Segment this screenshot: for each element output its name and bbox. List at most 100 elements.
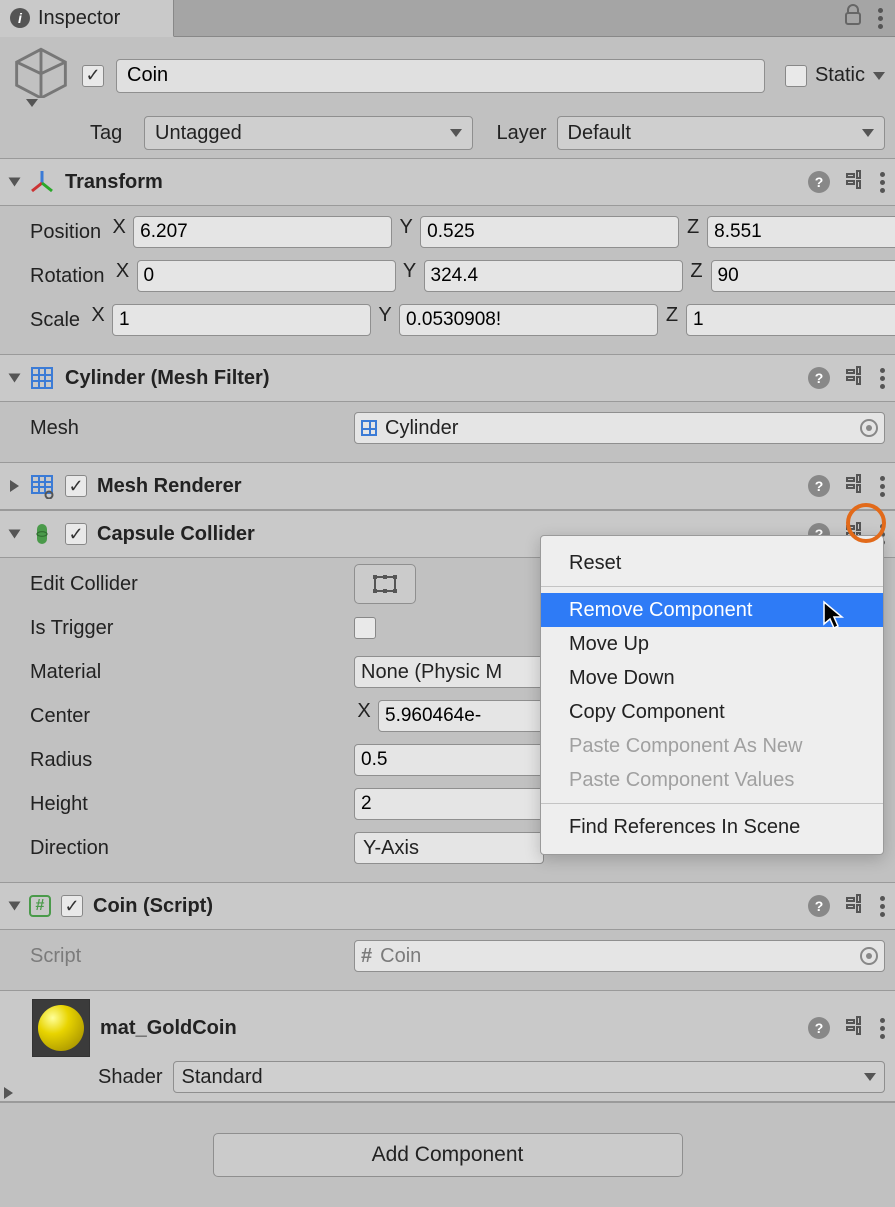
position-label: Position [30, 221, 101, 244]
foldout-icon[interactable] [9, 178, 21, 187]
add-component-area: Add Component [0, 1102, 895, 1207]
help-icon[interactable]: ? [808, 475, 830, 497]
meshfilter-title: Cylinder (Mesh Filter) [65, 367, 798, 390]
transform-header[interactable]: Transform ? [0, 158, 895, 206]
mesh-objectfield[interactable]: Cylinder [354, 412, 885, 444]
rotation-y-input[interactable] [424, 260, 683, 292]
component-context-menu: Reset Remove Component Move Up Move Down… [540, 535, 884, 855]
ctx-reset[interactable]: Reset [541, 546, 883, 580]
component-menu-icon[interactable] [880, 1018, 885, 1039]
inspector-tab[interactable]: i Inspector [0, 0, 174, 37]
transform-icon [29, 169, 55, 195]
physicmaterial-field[interactable]: None (Physic M [354, 656, 544, 688]
preset-icon[interactable] [844, 168, 866, 196]
direction-value: Y-Axis [363, 837, 419, 860]
mesh-icon [361, 420, 377, 436]
material-header[interactable]: mat_GoldCoin ? Shader Standard [0, 990, 895, 1102]
chevron-down-icon [862, 129, 874, 137]
gameobject-enabled-checkbox[interactable] [82, 65, 104, 87]
material-name: mat_GoldCoin [100, 1017, 798, 1040]
radius-label: Radius [30, 749, 346, 772]
script-value: Coin [380, 945, 421, 968]
ctx-separator [541, 586, 883, 587]
ctx-paste-as-new: Paste Component As New [541, 729, 883, 763]
add-component-button[interactable]: Add Component [213, 1133, 683, 1177]
height-input[interactable] [354, 788, 544, 820]
material-foldout-icon[interactable] [4, 1087, 13, 1099]
material-preview [32, 999, 90, 1057]
layer-label: Layer [483, 122, 547, 145]
ctx-find-references[interactable]: Find References In Scene [541, 810, 883, 844]
gameobject-name-input[interactable] [116, 59, 765, 93]
static-dropdown-icon[interactable] [873, 72, 885, 80]
script-label: Script [30, 945, 346, 968]
tag-label: Tag [90, 122, 134, 145]
gameobject-icon[interactable] [12, 81, 70, 103]
transform-properties: Position X Y Z Rotation X Y Z Scale X Y … [0, 206, 895, 354]
foldout-icon[interactable] [9, 530, 21, 539]
foldout-icon[interactable] [9, 902, 21, 911]
scale-y-input[interactable] [399, 304, 658, 336]
static-checkbox[interactable] [785, 65, 807, 87]
editcollider-label: Edit Collider [30, 573, 346, 596]
direction-label: Direction [30, 837, 346, 860]
radius-input[interactable] [354, 744, 544, 776]
object-picker-icon [860, 947, 878, 965]
ctx-paste-values: Paste Component Values [541, 763, 883, 797]
capsulecollider-enabled-checkbox[interactable] [65, 523, 87, 545]
component-menu-icon[interactable] [880, 172, 885, 193]
meshrenderer-header[interactable]: Mesh Renderer ? [0, 462, 895, 510]
preset-icon[interactable] [844, 892, 866, 920]
ctx-move-up[interactable]: Move Up [541, 627, 883, 661]
layer-dropdown[interactable]: Default [557, 116, 886, 150]
position-z-input[interactable] [707, 216, 895, 248]
tab-menu-icon[interactable] [878, 8, 883, 29]
info-icon: i [10, 8, 30, 28]
rotation-x-input[interactable] [137, 260, 396, 292]
center-x-input[interactable] [378, 700, 544, 732]
component-menu-icon[interactable] [880, 896, 885, 917]
ctx-separator [541, 803, 883, 804]
center-label: Center [30, 705, 346, 728]
capsulecollider-icon [29, 521, 55, 547]
shader-value: Standard [182, 1066, 263, 1089]
scale-x-input[interactable] [112, 304, 371, 336]
foldout-icon[interactable] [9, 374, 21, 383]
meshfilter-header[interactable]: Cylinder (Mesh Filter) ? [0, 354, 895, 402]
position-x-input[interactable] [133, 216, 392, 248]
editcollider-button[interactable] [354, 564, 416, 604]
help-icon[interactable]: ? [808, 171, 830, 193]
mesh-value: Cylinder [385, 417, 458, 440]
ctx-copy-component[interactable]: Copy Component [541, 695, 883, 729]
ctx-remove-component[interactable]: Remove Component [541, 593, 883, 627]
ctx-move-down[interactable]: Move Down [541, 661, 883, 695]
istrigger-checkbox[interactable] [354, 617, 376, 639]
help-icon[interactable]: ? [808, 1017, 830, 1039]
static-label: Static [815, 64, 865, 87]
foldout-icon[interactable] [10, 480, 19, 492]
help-icon[interactable]: ? [808, 895, 830, 917]
preset-icon[interactable] [844, 364, 866, 392]
tag-value: Untagged [155, 122, 242, 145]
meshrenderer-enabled-checkbox[interactable] [65, 475, 87, 497]
component-menu-icon[interactable] [880, 368, 885, 389]
coinscript-enabled-checkbox[interactable] [61, 895, 83, 917]
component-menu-icon[interactable] [880, 476, 885, 497]
preset-icon[interactable] [844, 1014, 866, 1042]
direction-dropdown[interactable]: Y-Axis [354, 832, 544, 864]
object-picker-icon[interactable] [860, 419, 878, 437]
chevron-down-icon [450, 129, 462, 137]
rotation-z-input[interactable] [711, 260, 895, 292]
scale-z-input[interactable] [686, 304, 895, 336]
tag-dropdown[interactable]: Untagged [144, 116, 473, 150]
preset-icon[interactable] [844, 472, 866, 500]
lock-icon[interactable] [844, 4, 862, 32]
script-field: # Coin [354, 940, 885, 972]
shader-dropdown[interactable]: Standard [173, 1061, 886, 1093]
mesh-label: Mesh [30, 417, 346, 440]
coinscript-header[interactable]: # Coin (Script) ? [0, 882, 895, 930]
meshfilter-icon [29, 365, 55, 391]
gameobject-icon-dropdown[interactable] [26, 99, 38, 107]
position-y-input[interactable] [420, 216, 679, 248]
help-icon[interactable]: ? [808, 367, 830, 389]
